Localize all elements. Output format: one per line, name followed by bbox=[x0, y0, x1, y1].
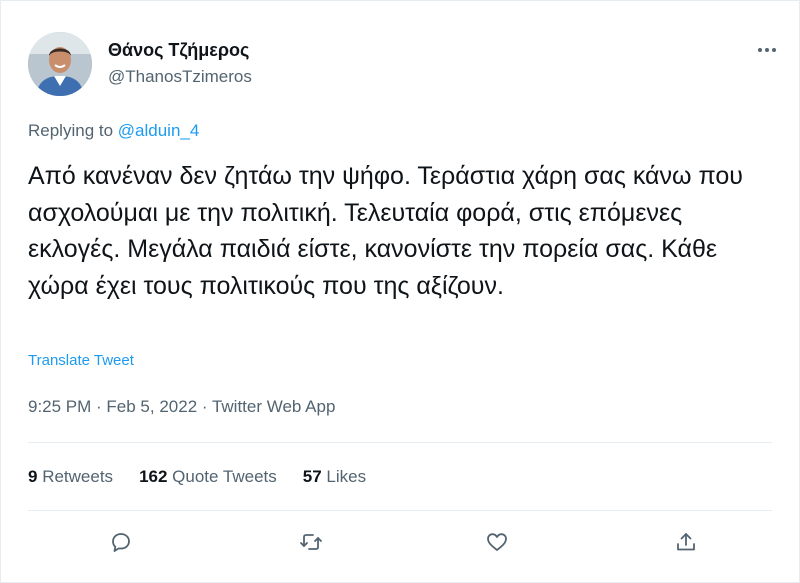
reply-icon[interactable] bbox=[106, 527, 136, 557]
quote-tweets-label: Quote Tweets bbox=[167, 467, 277, 486]
share-icon[interactable] bbox=[671, 527, 701, 557]
retweets-label: Retweets bbox=[37, 467, 114, 486]
divider bbox=[28, 510, 772, 511]
like-icon[interactable] bbox=[482, 527, 512, 557]
author-handle[interactable]: @ThanosTzimeros bbox=[108, 67, 252, 87]
reply-mention-link[interactable]: @alduin_4 bbox=[118, 121, 200, 140]
tweet-stats: 9 Retweets 162 Quote Tweets 57 Likes bbox=[28, 467, 392, 487]
retweets-stat[interactable]: 9 Retweets bbox=[28, 467, 113, 487]
likes-label: Likes bbox=[321, 467, 367, 486]
translate-tweet-link[interactable]: Translate Tweet bbox=[28, 352, 134, 369]
likes-stat[interactable]: 57 Likes bbox=[303, 467, 366, 487]
replying-to-label: Replying to bbox=[28, 121, 118, 140]
likes-count: 57 bbox=[302, 467, 322, 486]
avatar[interactable] bbox=[28, 32, 92, 96]
retweet-icon[interactable] bbox=[296, 527, 326, 557]
more-icon[interactable] bbox=[752, 38, 782, 62]
tweet-timestamp[interactable]: 9:25 PM · Feb 5, 2022 · Twitter Web App bbox=[28, 397, 335, 417]
divider bbox=[28, 442, 772, 443]
replying-to: Replying to @alduin_4 bbox=[28, 121, 199, 141]
author-name[interactable]: Θάνος Τζήμερος bbox=[108, 40, 249, 61]
quote-tweets-stat[interactable]: 162 Quote Tweets bbox=[139, 467, 277, 487]
quote-tweets-count: 162 bbox=[139, 467, 168, 486]
action-bar bbox=[0, 527, 800, 561]
tweet-text: Από κανέναν δεν ζητάω την ψήφο. Τεράστια… bbox=[28, 162, 743, 300]
